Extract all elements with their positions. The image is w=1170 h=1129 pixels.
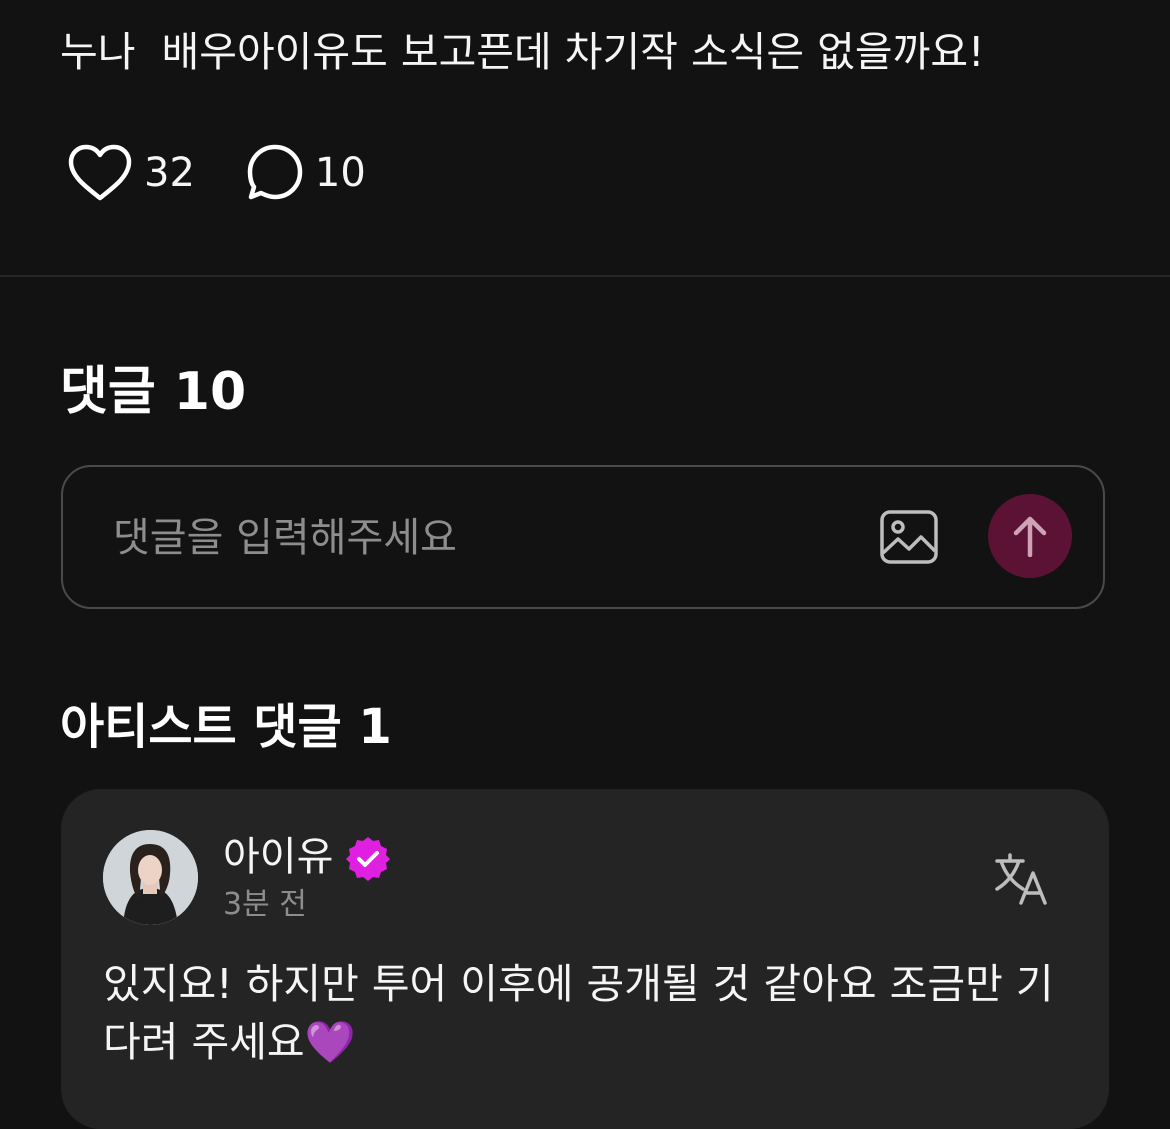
avatar[interactable] — [103, 830, 198, 925]
post-text: 누나 배우아이유도 보고픈데 차기작 소식은 없을까요! — [60, 28, 985, 76]
translate-button[interactable] — [993, 851, 1049, 907]
verified-badge-icon — [344, 835, 392, 883]
attach-image-button[interactable] — [879, 509, 939, 565]
section-divider — [0, 275, 1170, 277]
image-icon — [880, 510, 938, 564]
avatar-photo — [103, 830, 198, 925]
comment-text: 있지요! 하지만 투어 이후에 공개될 것 같아요 조금만 기 다려 주세요💜 — [103, 960, 1054, 1066]
translate-icon — [995, 853, 1047, 905]
artist-comment-card: 아이유 3분 전 있지요! 하지만 투어 이후에 공개될 것 같아요 조금만 기… — [61, 789, 1109, 1129]
comment-input[interactable] — [111, 507, 835, 569]
artist-comments-title: 아티스트 댓글 1 — [60, 699, 392, 755]
heart-icon — [66, 143, 134, 203]
like-button[interactable]: 32 — [66, 143, 195, 203]
comment-count-button[interactable]: 10 — [245, 143, 366, 203]
post-reactions: 32 10 — [66, 140, 366, 206]
like-count: 32 — [144, 150, 195, 196]
comment-author: 아이유 — [223, 834, 334, 880]
comment-timestamp: 3분 전 — [223, 887, 307, 922]
speech-bubble-icon — [245, 143, 305, 203]
arrow-up-icon — [1013, 516, 1047, 557]
comments-title: 댓글 10 — [60, 362, 247, 422]
send-comment-button[interactable] — [988, 494, 1072, 578]
comment-count: 10 — [314, 150, 366, 196]
comment-input-box — [61, 465, 1105, 609]
